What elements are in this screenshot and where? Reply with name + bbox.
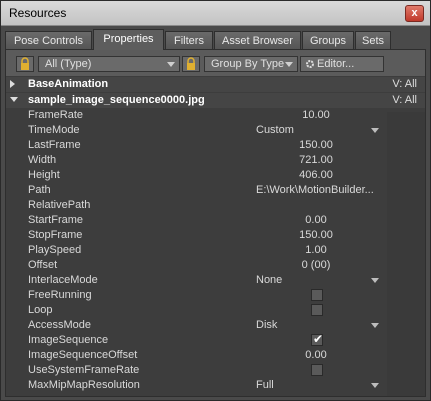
property-row[interactable]: StopFrame 150.00 bbox=[6, 228, 387, 243]
property-name: AccessMode bbox=[28, 319, 91, 331]
group-label: sample_image_sequence0000.jpg bbox=[28, 94, 205, 106]
property-value[interactable]: Custom bbox=[256, 123, 294, 138]
group-by-value: Group By Type bbox=[211, 58, 285, 70]
type-filter-dropdown[interactable]: All (Type) bbox=[38, 56, 180, 72]
group-label: BaseAnimation bbox=[28, 78, 109, 90]
image-sequence-checkbox[interactable] bbox=[311, 332, 323, 347]
window-title: Resources bbox=[9, 6, 67, 20]
chevron-down-icon bbox=[167, 62, 175, 67]
property-row[interactable]: ImageSequenceOffset 0.00 bbox=[6, 348, 387, 363]
property-value[interactable]: 0 (00) bbox=[256, 258, 376, 273]
property-name: MaxMipMapResolution bbox=[28, 379, 140, 391]
property-row[interactable]: LastFrame 150.00 bbox=[6, 138, 387, 153]
property-row[interactable]: ImageSequence bbox=[6, 332, 387, 348]
gear-icon bbox=[306, 60, 314, 68]
visibility-filter[interactable]: V: All bbox=[392, 93, 417, 108]
property-name: FrameRate bbox=[28, 109, 84, 121]
free-running-checkbox[interactable] bbox=[311, 289, 323, 301]
property-name: Offset bbox=[28, 259, 58, 271]
property-row[interactable]: Height 406.00 bbox=[6, 168, 387, 183]
property-name: FreeRunning bbox=[28, 289, 92, 301]
tab-filters[interactable]: Filters bbox=[165, 31, 213, 49]
property-name: RelativePath bbox=[28, 199, 91, 211]
property-value[interactable]: None bbox=[256, 273, 282, 288]
property-row[interactable]: UseSystemFrameRate bbox=[6, 363, 387, 378]
property-name: TimeMode bbox=[28, 124, 80, 136]
type-filter-value: All (Type) bbox=[45, 58, 92, 70]
property-row[interactable]: InterlaceMode None bbox=[6, 273, 387, 288]
editor-button[interactable]: Editor... bbox=[300, 56, 384, 72]
property-value[interactable]: 150.00 bbox=[256, 138, 376, 153]
property-value[interactable]: Disk bbox=[256, 318, 277, 333]
collapse-arrow-icon[interactable] bbox=[10, 97, 18, 102]
property-name: UseSystemFrameRate bbox=[28, 364, 140, 376]
property-name: Width bbox=[28, 154, 57, 166]
property-value[interactable]: E:\Work\MotionBuilder... bbox=[256, 183, 374, 198]
chevron-down-icon bbox=[285, 62, 293, 67]
properties-panel: All (Type) Group By Type Editor... BaseA… bbox=[5, 49, 426, 397]
chevron-down-icon[interactable] bbox=[371, 323, 379, 328]
expand-arrow-icon[interactable] bbox=[10, 80, 15, 88]
tab-sets[interactable]: Sets bbox=[355, 31, 391, 49]
property-name: LastFrame bbox=[28, 139, 81, 151]
property-row[interactable]: RelativePath bbox=[6, 198, 387, 213]
tab-pose-controls[interactable]: Pose Controls bbox=[5, 31, 92, 49]
property-name: StopFrame bbox=[28, 229, 83, 241]
property-row[interactable]: MaxMipMapResolution Full bbox=[6, 378, 387, 393]
scrollbar[interactable] bbox=[387, 112, 425, 396]
property-row[interactable]: FrameRate 10.00 bbox=[6, 108, 387, 123]
property-row[interactable]: Path E:\Work\MotionBuilder... bbox=[6, 183, 387, 198]
property-name: Loop bbox=[28, 304, 53, 316]
property-name: ImageSequenceOffset bbox=[28, 349, 138, 361]
close-button[interactable]: x bbox=[405, 5, 424, 22]
lock-icon bbox=[187, 57, 195, 70]
tab-bar: Pose Controls Properties Filters Asset B… bbox=[5, 29, 426, 50]
property-value[interactable]: 1.00 bbox=[256, 243, 376, 258]
group-base-animation[interactable]: BaseAnimation V: All bbox=[6, 77, 425, 92]
tab-groups[interactable]: Groups bbox=[302, 31, 354, 49]
property-row[interactable]: Width 721.00 bbox=[6, 153, 387, 168]
chevron-down-icon[interactable] bbox=[371, 278, 379, 283]
property-name: PlaySpeed bbox=[28, 244, 82, 256]
property-value[interactable]: 406.00 bbox=[256, 168, 376, 183]
property-row[interactable]: AccessMode Disk bbox=[6, 318, 387, 333]
property-row[interactable]: Offset 0 (00) bbox=[6, 258, 387, 273]
property-row[interactable]: StartFrame 0.00 bbox=[6, 213, 387, 228]
property-value[interactable]: 721.00 bbox=[256, 153, 376, 168]
property-name: Height bbox=[28, 169, 60, 181]
property-value[interactable]: 10.00 bbox=[256, 108, 376, 123]
lock-button-group[interactable] bbox=[182, 56, 200, 72]
editor-label: Editor... bbox=[317, 58, 355, 70]
visibility-filter[interactable]: V: All bbox=[392, 77, 417, 92]
property-name: StartFrame bbox=[28, 214, 84, 226]
chevron-down-icon[interactable] bbox=[371, 383, 379, 388]
property-name: InterlaceMode bbox=[28, 274, 98, 286]
property-value[interactable]: 0.00 bbox=[256, 348, 376, 363]
chevron-down-icon[interactable] bbox=[371, 128, 379, 133]
group-by-dropdown[interactable]: Group By Type bbox=[204, 56, 298, 72]
toolbar: All (Type) Group By Type Editor... bbox=[10, 54, 421, 76]
property-value[interactable]: Full bbox=[256, 378, 274, 393]
lock-icon bbox=[21, 57, 29, 70]
property-value[interactable]: 0.00 bbox=[256, 213, 376, 228]
property-row[interactable]: Loop bbox=[6, 303, 387, 318]
property-row[interactable]: PlaySpeed 1.00 bbox=[6, 243, 387, 258]
tab-properties[interactable]: Properties bbox=[93, 29, 164, 50]
property-name: ImageSequence bbox=[28, 334, 109, 346]
property-row[interactable]: FreeRunning bbox=[6, 288, 387, 303]
resources-window: Resources x Pose Controls Properties Fil… bbox=[0, 0, 431, 401]
title-bar[interactable]: Resources x bbox=[1, 1, 430, 26]
loop-checkbox[interactable] bbox=[311, 304, 323, 316]
property-name: Path bbox=[28, 184, 51, 196]
group-image-sequence[interactable]: sample_image_sequence0000.jpg V: All bbox=[6, 93, 425, 108]
property-value[interactable]: 150.00 bbox=[256, 228, 376, 243]
property-row[interactable]: TimeMode Custom bbox=[6, 123, 387, 138]
lock-button-type[interactable] bbox=[16, 56, 34, 72]
use-system-frame-rate-checkbox[interactable] bbox=[311, 364, 323, 376]
tab-asset-browser[interactable]: Asset Browser bbox=[214, 31, 301, 49]
property-list: BaseAnimation V: All sample_image_sequen… bbox=[6, 76, 425, 396]
